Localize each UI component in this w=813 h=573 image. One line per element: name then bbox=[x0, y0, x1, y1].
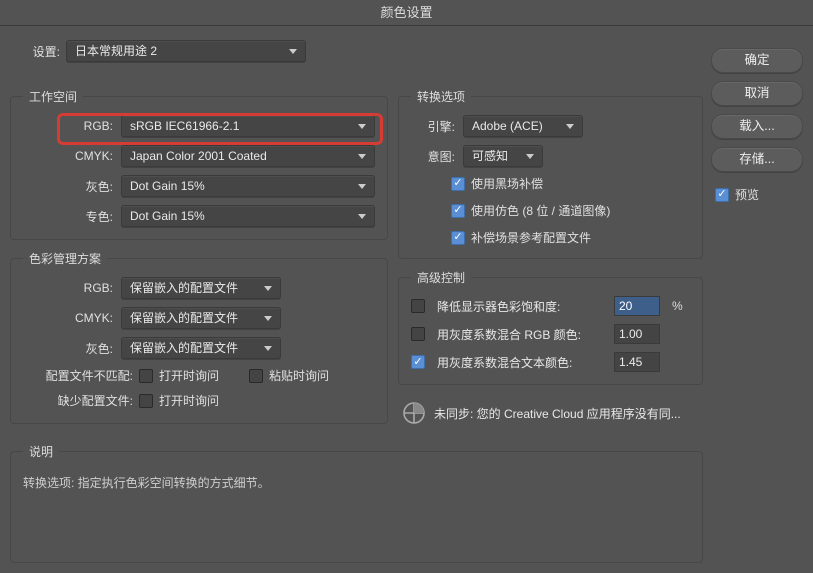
save-button[interactable]: 存储... bbox=[711, 147, 803, 172]
scene-ref-checkbox[interactable]: 补偿场景参考配置文件 bbox=[451, 229, 690, 246]
blend-text-input[interactable] bbox=[614, 352, 660, 372]
cm-cmyk-select[interactable]: 保留嵌入的配置文件 bbox=[121, 307, 281, 329]
cm-rgb-label: RGB: bbox=[23, 281, 113, 295]
settings-label: 设置: bbox=[14, 43, 60, 60]
checkbox-icon bbox=[139, 394, 153, 408]
ok-button[interactable]: 确定 bbox=[711, 48, 803, 73]
color-management-legend: 色彩管理方案 bbox=[23, 250, 107, 267]
color-management-fieldset: 色彩管理方案 RGB: 保留嵌入的配置文件 CMYK: 保留嵌入的配置文件 灰色… bbox=[10, 250, 388, 424]
dither-checkbox[interactable]: 使用仿色 (8 位 / 通道图像) bbox=[451, 202, 690, 219]
rgb-select[interactable]: sRGB IEC61966-2.1 bbox=[121, 115, 375, 137]
intent-select[interactable]: 可感知 bbox=[463, 145, 543, 167]
checkbox-icon bbox=[139, 369, 153, 383]
desat-label: 降低显示器色彩饱和度: bbox=[437, 298, 606, 315]
bpc-checkbox[interactable]: 使用黑场补偿 bbox=[451, 175, 690, 192]
pct-label: % bbox=[672, 299, 690, 313]
blend-text-checkbox[interactable] bbox=[411, 355, 425, 369]
spot-select[interactable]: Dot Gain 15% bbox=[121, 205, 375, 227]
intent-label: 意图: bbox=[411, 148, 455, 165]
mismatch-ask-paste-label: 粘贴时询问 bbox=[269, 367, 329, 384]
advanced-fieldset: 高级控制 降低显示器色彩饱和度: % 用灰度系数混合 RGB 颜色: bbox=[398, 269, 703, 385]
blend-rgb-label: 用灰度系数混合 RGB 颜色: bbox=[437, 326, 606, 343]
missing-label: 缺少配置文件: bbox=[23, 392, 133, 409]
checkbox-icon bbox=[451, 231, 465, 245]
workspace-fieldset: 工作空间 RGB: sRGB IEC61966-2.1 CMYK: Japan … bbox=[10, 88, 388, 240]
spot-label: 专色: bbox=[23, 208, 113, 225]
missing-ask-open[interactable]: 打开时询问 bbox=[139, 392, 219, 409]
workspace-legend: 工作空间 bbox=[23, 88, 83, 105]
sync-text: 未同步: 您的 Creative Cloud 应用程序没有同... bbox=[434, 405, 681, 422]
mismatch-ask-open[interactable]: 打开时询问 bbox=[139, 367, 219, 384]
desat-checkbox[interactable] bbox=[411, 299, 425, 313]
missing-ask-open-label: 打开时询问 bbox=[159, 392, 219, 409]
checkbox-icon bbox=[715, 188, 729, 202]
engine-select[interactable]: Adobe (ACE) bbox=[463, 115, 583, 137]
advanced-legend: 高级控制 bbox=[411, 269, 471, 286]
dialog-title: 颜色设置 bbox=[0, 0, 813, 26]
cm-gray-select[interactable]: 保留嵌入的配置文件 bbox=[121, 337, 281, 359]
sync-icon bbox=[402, 401, 426, 425]
dither-label: 使用仿色 (8 位 / 通道图像) bbox=[471, 202, 610, 219]
bpc-label: 使用黑场补偿 bbox=[471, 175, 543, 192]
checkbox-icon bbox=[451, 204, 465, 218]
checkbox-icon bbox=[451, 177, 465, 191]
mismatch-ask-open-label: 打开时询问 bbox=[159, 367, 219, 384]
description-body: 转换选项: 指定执行色彩空间转换的方式细节。 bbox=[23, 470, 690, 491]
mismatch-ask-paste[interactable]: 粘贴时询问 bbox=[249, 367, 329, 384]
preview-checkbox[interactable]: 预览 bbox=[711, 186, 803, 203]
cmyk-label: CMYK: bbox=[23, 149, 113, 163]
description-legend: 说明 bbox=[23, 443, 59, 460]
cm-rgb-select[interactable]: 保留嵌入的配置文件 bbox=[121, 277, 281, 299]
desat-input[interactable] bbox=[614, 296, 660, 316]
rgb-label: RGB: bbox=[23, 119, 113, 133]
preview-label: 预览 bbox=[735, 186, 759, 203]
cmyk-select[interactable]: Japan Color 2001 Coated bbox=[121, 145, 375, 167]
gray-label: 灰色: bbox=[23, 178, 113, 195]
blend-rgb-checkbox[interactable] bbox=[411, 327, 425, 341]
conversion-legend: 转换选项 bbox=[411, 88, 471, 105]
cancel-button[interactable]: 取消 bbox=[711, 81, 803, 106]
checkbox-icon bbox=[249, 369, 263, 383]
conversion-fieldset: 转换选项 引擎: Adobe (ACE) 意图: 可感知 使用黑场补偿 bbox=[398, 88, 703, 259]
blend-text-label: 用灰度系数混合文本颜色: bbox=[437, 354, 606, 371]
blend-rgb-input[interactable] bbox=[614, 324, 660, 344]
cm-gray-label: 灰色: bbox=[23, 340, 113, 357]
mismatch-label: 配置文件不匹配: bbox=[23, 367, 133, 384]
scene-ref-label: 补偿场景参考配置文件 bbox=[471, 229, 591, 246]
load-button[interactable]: 载入... bbox=[711, 114, 803, 139]
description-fieldset: 说明 转换选项: 指定执行色彩空间转换的方式细节。 bbox=[10, 443, 703, 563]
gray-select[interactable]: Dot Gain 15% bbox=[121, 175, 375, 197]
settings-select[interactable]: 日本常规用途 2 bbox=[66, 40, 306, 62]
engine-label: 引擎: bbox=[411, 118, 455, 135]
cm-cmyk-label: CMYK: bbox=[23, 311, 113, 325]
